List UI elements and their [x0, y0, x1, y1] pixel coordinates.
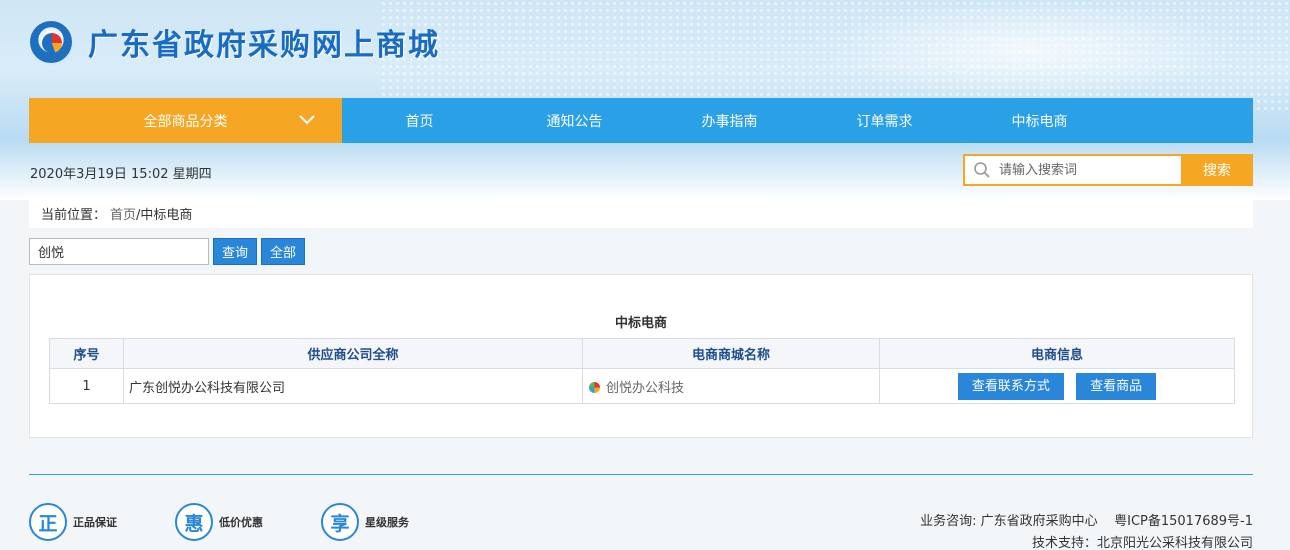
site-title[interactable]: 广东省政府采购网上商城 — [88, 20, 440, 64]
footer-support: 技术支持：北京阳光公采科技有限公司 — [1031, 536, 1253, 550]
mall-logo-icon — [589, 381, 600, 393]
footer-divider — [29, 474, 1253, 475]
category-menu-label: 全部商品分类 — [143, 113, 228, 130]
row-mall-cell: 创悦办公科技 — [582, 368, 880, 404]
badge-label: 星级服务 — [365, 516, 409, 529]
search-button[interactable]: 搜索 — [1181, 154, 1253, 186]
main-nav: 全部商品分类 首页 通知公告 办事指南 订单需求 中标电商 — [29, 98, 1253, 143]
results-panel: 中标电商 序号 供应商公司全称 电商商城名称 电商信息 1 广东创悦办公科技有限… — [29, 274, 1253, 438]
query-button[interactable]: 查询 — [213, 238, 258, 265]
badge-service: 享 星级服务 — [321, 503, 409, 541]
logo-emblem-icon — [42, 33, 62, 53]
column-header-index: 序号 — [49, 338, 124, 369]
nav-item-home[interactable]: 首页 — [342, 111, 497, 131]
view-contact-button[interactable]: 查看联系方式 — [957, 372, 1064, 400]
badge-label: 正品保证 — [73, 516, 117, 529]
site-header: 广东省政府采购网上商城 — [28, 14, 440, 70]
breadcrumb-current: /中标电商 — [136, 207, 193, 223]
nav-item-guide[interactable]: 办事指南 — [652, 111, 807, 131]
nav-item-winning-vendors[interactable]: 中标电商 — [962, 111, 1117, 131]
service-badges: 正 正品保证 惠 低价优惠 享 星级服务 — [29, 503, 467, 541]
breadcrumb-home-link[interactable]: 首页 — [110, 204, 136, 223]
chevron-down-icon — [298, 111, 316, 130]
column-header-company: 供应商公司全称 — [123, 338, 583, 369]
banner-glow — [820, 0, 1240, 100]
search-input[interactable] — [999, 156, 1181, 184]
row-company-name: 广东创悦办公科技有限公司 — [123, 368, 583, 404]
footer-icp[interactable]: 粤ICP备15017689号-1 — [1114, 514, 1253, 529]
column-header-info: 电商信息 — [879, 338, 1235, 369]
table-header-row: 序号 供应商公司全称 电商商城名称 电商信息 — [49, 338, 1235, 369]
current-datetime: 2020年3月19日 15:02 星期四 — [30, 167, 212, 182]
search-icon — [965, 161, 999, 179]
site-logo[interactable] — [28, 19, 74, 65]
service-icon: 享 — [321, 503, 359, 541]
vendor-filter: 查询 全部 — [29, 238, 306, 265]
table-row: 1 广东创悦办公科技有限公司 创悦办公科技 查看联系方式 查看商品 — [49, 368, 1235, 404]
footer-contact-line: 业务咨询: 广东省政府采购中心 粤ICP备15017689号-1 — [920, 511, 1253, 533]
search-bar: 搜索 — [963, 154, 1253, 186]
row-mall-name[interactable]: 创悦办公科技 — [606, 381, 684, 396]
show-all-button[interactable]: 全部 — [261, 238, 306, 265]
nav-item-orders[interactable]: 订单需求 — [807, 111, 962, 131]
view-goods-button[interactable]: 查看商品 — [1076, 372, 1157, 400]
badge-label: 低价优惠 — [219, 516, 263, 529]
row-actions: 查看联系方式 查看商品 — [879, 368, 1235, 404]
breadcrumb: 当前位置： 首页 /中标电商 — [29, 198, 1253, 228]
vendor-table: 序号 供应商公司全称 电商商城名称 电商信息 1 广东创悦办公科技有限公司 创悦… — [49, 338, 1235, 404]
badge-discount: 惠 低价优惠 — [175, 503, 263, 541]
column-header-mall: 电商商城名称 — [582, 338, 880, 369]
vendor-search-input[interactable] — [29, 238, 209, 265]
panel-title: 中标电商 — [614, 316, 667, 331]
row-index: 1 — [49, 368, 124, 404]
category-menu-button[interactable]: 全部商品分类 — [29, 98, 342, 143]
discount-icon: 惠 — [175, 503, 213, 541]
footer-consult: 业务咨询: 广东省政府采购中心 — [920, 514, 1098, 529]
badge-genuine: 正 正品保证 — [29, 503, 117, 541]
footer-info: 业务咨询: 广东省政府采购中心 粤ICP备15017689号-1 技术支持：北京… — [920, 511, 1253, 550]
nav-item-notices[interactable]: 通知公告 — [497, 111, 652, 131]
genuine-icon: 正 — [29, 503, 67, 541]
breadcrumb-prefix: 当前位置： — [41, 207, 107, 223]
